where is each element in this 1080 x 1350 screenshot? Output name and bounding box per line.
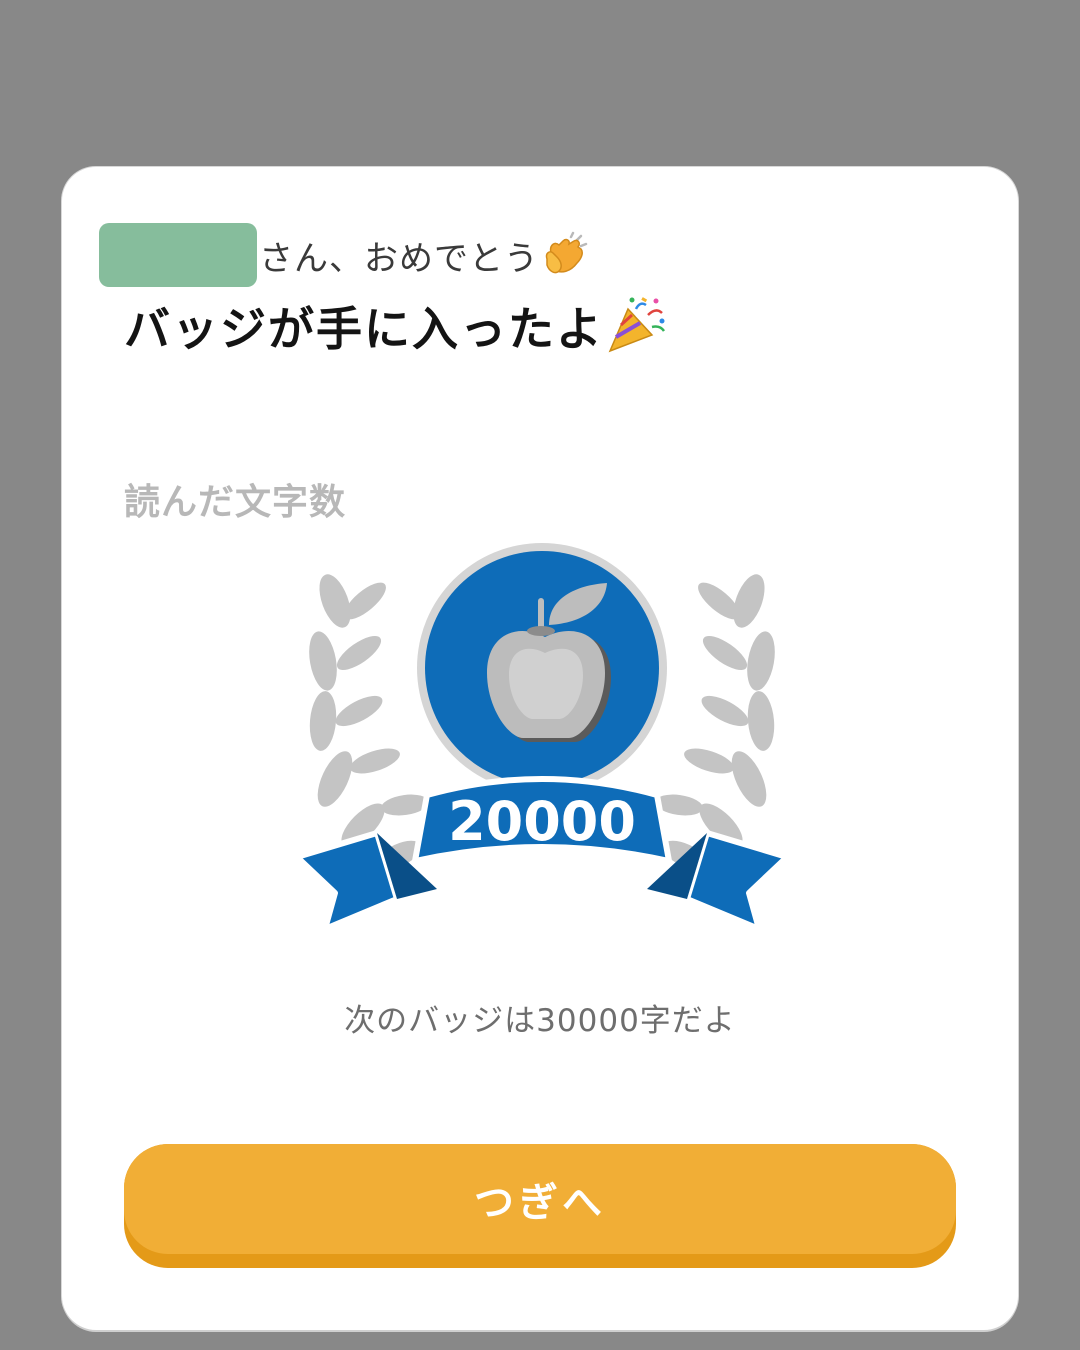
badge-earned-dialog: さん、おめでとう バッジが手に入ったよ 読んだ文字数 20000 次のバッジは3…: [62, 167, 1018, 1330]
greeting-text: さん、おめでとう: [259, 238, 539, 279]
headline: バッジが手に入ったよ: [124, 293, 668, 359]
username-redaction: [99, 223, 257, 287]
next-button-label: つぎへ: [474, 1181, 606, 1225]
milestone-badge: 20000: [294, 543, 790, 932]
headline-text: バッジが手に入ったよ: [124, 302, 604, 356]
badge-category-label: 読んだ文字数: [124, 482, 347, 523]
next-button[interactable]: つぎへ: [124, 1144, 956, 1268]
milestone-value: 20000: [448, 790, 636, 853]
next-badge-note: 次のバッジは30000字だよ: [344, 1003, 736, 1039]
next-button-face[interactable]: つぎへ: [124, 1144, 956, 1254]
party-popper-icon: [608, 297, 666, 353]
clapping-hands-icon: [545, 231, 588, 274]
greeting-line: さん、おめでとう: [99, 223, 589, 287]
